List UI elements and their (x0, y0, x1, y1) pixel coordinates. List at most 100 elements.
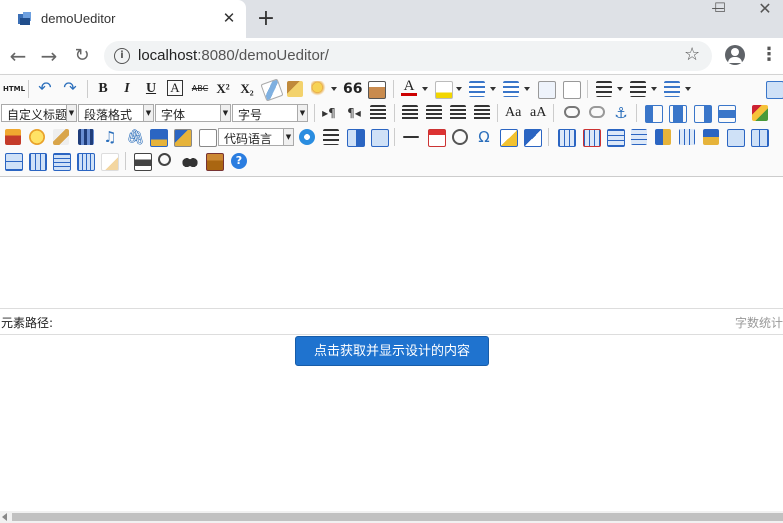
selectall-icon[interactable] (538, 81, 556, 99)
merge-cells-icon[interactable] (727, 129, 745, 147)
autotypeset-icon[interactable] (311, 81, 327, 97)
font-family-select[interactable]: 字体 ▼ (155, 104, 231, 122)
insert-row-icon[interactable] (631, 129, 647, 145)
new-tab-button[interactable]: + (256, 8, 276, 30)
forecolor-button[interactable]: A (401, 79, 417, 96)
italic-button[interactable]: I (119, 81, 135, 97)
pagebreak-icon[interactable] (323, 129, 339, 145)
reload-icon[interactable]: ↻ (70, 44, 94, 68)
image-left-icon[interactable] (669, 105, 687, 123)
horizontal-rule-icon[interactable] (403, 136, 419, 138)
forward-arrow-icon[interactable]: → (37, 44, 61, 68)
underline-button[interactable]: U (143, 81, 159, 97)
strikethrough-button[interactable]: ABC (190, 81, 210, 97)
window-close-button[interactable]: ✕ (745, 0, 783, 22)
justify-right-icon[interactable] (450, 105, 466, 121)
print-icon[interactable] (134, 153, 152, 171)
editor-content-area[interactable] (0, 177, 783, 307)
forecolor-dropdown-icon[interactable] (422, 87, 428, 91)
background-icon[interactable] (371, 129, 389, 147)
insert-paragraph-before-table-icon[interactable] (607, 129, 625, 147)
justify-left-icon[interactable] (402, 105, 418, 121)
format-match-icon[interactable] (287, 81, 303, 97)
backcolor-icon[interactable] (435, 81, 453, 99)
webapp-icon[interactable] (299, 129, 315, 145)
ordered-list-icon[interactable] (469, 81, 485, 97)
lineheight-icon[interactable] (664, 81, 680, 97)
smiley-icon[interactable] (29, 129, 45, 145)
rowspacing-top-icon[interactable] (596, 81, 612, 97)
delete-col-icon[interactable] (703, 129, 719, 145)
charts-icon[interactable] (101, 153, 119, 171)
browser-tab[interactable]: demoUeditor ✕ (0, 0, 246, 38)
profile-avatar-icon[interactable] (725, 45, 745, 65)
preview-icon[interactable] (158, 153, 171, 166)
split-to-cells-icon[interactable] (29, 153, 47, 171)
url-text[interactable]: localhost:8080/demoUeditor/ (138, 47, 329, 64)
split-to-cols-icon[interactable] (77, 153, 95, 171)
html-source-button[interactable]: HTML (3, 81, 25, 97)
insert-table-icon[interactable] (558, 129, 576, 147)
tolowercase-icon[interactable]: aA (530, 105, 546, 121)
image-center-icon[interactable] (718, 105, 736, 123)
anchor-icon[interactable]: ⚓ (612, 105, 630, 121)
music-icon[interactable]: ♫ (102, 129, 118, 145)
emotion-icon[interactable] (5, 129, 21, 145)
unordered-list-dropdown-icon[interactable] (524, 87, 530, 91)
bookmark-star-icon[interactable]: ☆ (684, 44, 700, 65)
undo-icon[interactable]: ↶ (37, 81, 53, 97)
scrollbar-thumb[interactable] (12, 513, 783, 521)
pasteplain-icon[interactable] (368, 81, 386, 99)
subscript-button[interactable]: X₂ (238, 81, 256, 97)
direction-rtl-icon[interactable]: ¶◂ (345, 105, 363, 121)
justify-center-icon[interactable] (426, 105, 442, 121)
drafts-icon[interactable] (206, 153, 224, 171)
template-icon[interactable] (347, 129, 365, 147)
search-icon[interactable] (182, 153, 198, 169)
back-arrow-icon[interactable]: ← (6, 44, 30, 68)
image-none-icon[interactable] (645, 105, 663, 123)
redo-icon[interactable]: ↷ (62, 81, 78, 97)
map-icon[interactable] (150, 129, 168, 147)
time-icon[interactable] (452, 129, 468, 145)
searchreplace-icon[interactable] (524, 129, 542, 147)
code-language-select[interactable]: 代码语言 ▼ (218, 128, 294, 146)
paragraph-select[interactable]: 段落格式 ▼ (78, 104, 154, 122)
help-icon[interactable]: ? (231, 153, 247, 169)
custom-style-select[interactable]: 自定义标题 ▼ (1, 104, 77, 122)
merge-down-icon[interactable] (5, 153, 23, 171)
direction-ltr-icon[interactable]: ▸¶ (320, 105, 338, 121)
fontborder-button[interactable]: A (167, 80, 183, 96)
attachment-icon[interactable]: 🖇 (126, 129, 145, 145)
indent-icon[interactable] (370, 105, 386, 121)
wordimage-icon[interactable] (500, 129, 518, 147)
justify-full-icon[interactable] (474, 105, 490, 121)
cleardoc-icon[interactable] (563, 81, 581, 99)
rowspacing-bottom-icon[interactable] (630, 81, 646, 97)
gmap-icon[interactable] (174, 129, 192, 147)
delete-row-icon[interactable] (655, 129, 671, 145)
image-right-icon[interactable] (694, 105, 712, 123)
blockquote-button[interactable]: 66 (343, 81, 362, 97)
scrawl-icon[interactable] (53, 129, 69, 145)
rowspacing-top-dropdown-icon[interactable] (617, 87, 623, 91)
site-info-icon[interactable]: i (114, 48, 130, 64)
ordered-list-dropdown-icon[interactable] (490, 87, 496, 91)
touppercase-icon[interactable]: Aa (505, 105, 521, 121)
fullscreen-icon[interactable] (766, 81, 783, 99)
window-maximize-button[interactable]: ☐ (700, 0, 740, 22)
merge-right-icon[interactable] (751, 129, 769, 147)
insertframe-icon[interactable] (199, 129, 217, 147)
lineheight-dropdown-icon[interactable] (685, 87, 691, 91)
insert-image-icon[interactable] (752, 105, 768, 121)
delete-table-icon[interactable] (583, 129, 601, 147)
unlink-icon[interactable] (589, 106, 605, 118)
get-content-button[interactable]: 点击获取并显示设计的内容 (295, 336, 489, 366)
autotypeset-dropdown-icon[interactable] (331, 87, 337, 91)
bold-button[interactable]: B (95, 81, 111, 97)
tab-close-icon[interactable]: ✕ (220, 9, 238, 27)
browser-menu-icon[interactable]: ⋮ (760, 44, 778, 66)
horizontal-scrollbar[interactable] (0, 511, 783, 523)
link-icon[interactable] (564, 106, 580, 118)
superscript-button[interactable]: X² (214, 81, 232, 97)
